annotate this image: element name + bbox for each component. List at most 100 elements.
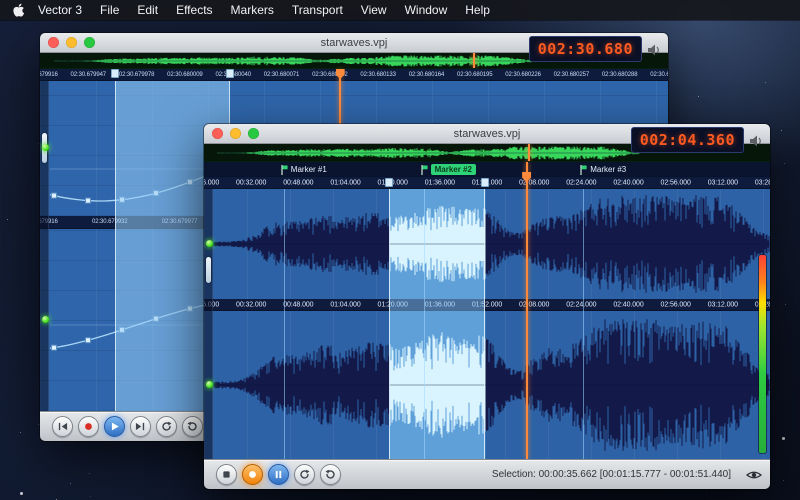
- minimize-button[interactable]: [230, 128, 241, 139]
- menu-bar: Vector 3FileEditEffectsMarkersTransportV…: [0, 0, 800, 20]
- window-front: starwaves.vpj 002:04.360 Marker #1 Marke…: [204, 124, 770, 489]
- marker[interactable]: Marker #2: [421, 164, 476, 175]
- ruler-tick: 02:08.000: [519, 179, 549, 186]
- ruler-tick: 02:30.679947: [71, 72, 107, 78]
- cycle-button[interactable]: [182, 416, 203, 437]
- close-button[interactable]: [212, 128, 223, 139]
- ruler-tick: 02:30.680071: [264, 72, 300, 78]
- menu-items: Vector 3FileEditEffectsMarkersTransportV…: [29, 0, 499, 20]
- level-meter: [758, 254, 767, 454]
- channel-1-record-led[interactable]: [206, 240, 213, 247]
- mid-timeline-ruler[interactable]: 00:16.00000:32.00000:48.00001:04.00001:2…: [204, 299, 770, 311]
- ruler-tick: 02:30.680009: [167, 72, 203, 78]
- level-meter-fill: [759, 255, 766, 453]
- close-button[interactable]: [48, 37, 59, 48]
- overview-playhead[interactable]: [473, 53, 475, 68]
- marker-flag-icon: [580, 165, 587, 175]
- overview-playhead[interactable]: [528, 144, 530, 161]
- minimize-button[interactable]: [66, 37, 77, 48]
- menu-item[interactable]: Markers: [222, 0, 283, 20]
- ruler-tick: 02:08.000: [519, 301, 549, 308]
- menu-item[interactable]: Effects: [167, 0, 221, 20]
- playhead-cursor[interactable]: [526, 162, 528, 459]
- menu-item[interactable]: Window: [396, 0, 457, 20]
- ruler-tick: 00:32.000: [236, 179, 266, 186]
- timecode-display: 002:04.360: [631, 127, 744, 153]
- ruler-tick: 01:04.000: [330, 179, 360, 186]
- overview-waveform: [54, 54, 536, 68]
- skip-back-button[interactable]: [52, 416, 73, 437]
- channel-2-record-led[interactable]: [42, 316, 49, 323]
- apple-menu-icon[interactable]: [12, 3, 25, 17]
- ruler-tick: 02:30.679916: [40, 72, 58, 78]
- ruler-tick: 02:24.000: [566, 179, 596, 186]
- ruler-tick: 00:32.000: [236, 301, 266, 308]
- stop-button[interactable]: [216, 464, 237, 485]
- menu-item[interactable]: File: [91, 0, 128, 20]
- ruler-tick: 02:40.000: [613, 301, 643, 308]
- selection-info: Selection: 00:00:35.662 [00:01:15.777 - …: [492, 469, 731, 480]
- channel-2-record-led[interactable]: [206, 381, 213, 388]
- ruler-tick: 02:30.680288: [602, 72, 638, 78]
- ruler-tick: 02:30.680226: [505, 72, 541, 78]
- record-button[interactable]: [242, 464, 263, 485]
- timecode-display: 002:30.680: [529, 36, 642, 62]
- marker-flag-icon: [281, 165, 288, 175]
- ruler-tick: 00:48.000: [283, 301, 313, 308]
- ruler-tick: 02:56.000: [661, 301, 691, 308]
- ruler-tick: 03:12.000: [708, 301, 738, 308]
- selection-start-handle[interactable]: [385, 178, 393, 187]
- ruler-tick: 03:28.000: [755, 179, 770, 186]
- cycle-button[interactable]: [320, 464, 341, 485]
- ruler-tick: 02:30.680319: [650, 72, 668, 78]
- skip-forward-button[interactable]: [130, 416, 151, 437]
- ruler-tick: 02:30.680257: [554, 72, 590, 78]
- menu-item[interactable]: Help: [456, 0, 499, 20]
- pause-button[interactable]: [268, 464, 289, 485]
- ruler-tick: 02:30.680133: [360, 72, 396, 78]
- ruler-tick: 02:30.680195: [457, 72, 493, 78]
- menu-item[interactable]: View: [352, 0, 396, 20]
- transport-bar: Selection: 00:00:35.662 [00:01:15.777 - …: [204, 459, 770, 489]
- ruler-tick: 02:40.000: [613, 179, 643, 186]
- marker-row[interactable]: Marker #1 Marker #2 Marker #3: [204, 162, 770, 177]
- loop-button[interactable]: [156, 416, 177, 437]
- channel-1-waveform: [204, 189, 770, 299]
- ruler-tick: 01:36.000: [425, 179, 455, 186]
- speaker-icon[interactable]: [750, 135, 763, 147]
- menu-item[interactable]: Vector 3: [29, 0, 91, 20]
- play-button[interactable]: [104, 416, 125, 437]
- menu-item[interactable]: Transport: [283, 0, 352, 20]
- marker-label: Marker #3: [590, 164, 626, 175]
- marker[interactable]: Marker #3: [580, 164, 626, 175]
- channel-1-record-led[interactable]: [42, 144, 49, 151]
- vertical-scroll-thumb[interactable]: [206, 257, 211, 283]
- marker-label: Marker #1: [291, 164, 327, 175]
- ruler-tick: 02:30.679978: [119, 72, 155, 78]
- timeline-ruler[interactable]: 02:30.679916 02:30.679947 02:30.679978 02:3…: [40, 69, 668, 81]
- ruler-tick: 02:30.680164: [409, 72, 445, 78]
- track-gutter: [204, 189, 213, 459]
- loop-button[interactable]: [294, 464, 315, 485]
- ruler-tick: 00:16.000: [204, 179, 219, 186]
- selection-region[interactable]: [389, 189, 485, 459]
- channel-1-waveform-area[interactable]: [204, 189, 770, 299]
- marker[interactable]: Marker #1: [281, 164, 327, 175]
- selection-end-handle[interactable]: [481, 178, 489, 187]
- speaker-icon[interactable]: [648, 44, 661, 56]
- selection-end-handle[interactable]: [226, 69, 234, 78]
- selection-start-handle[interactable]: [111, 69, 119, 78]
- marker-flag-icon: [421, 165, 428, 175]
- channel-2-waveform: [204, 311, 770, 459]
- channel-2-waveform-area[interactable]: [204, 311, 770, 459]
- marker-label: Marker #2: [431, 164, 476, 175]
- menu-item[interactable]: Edit: [128, 0, 167, 20]
- record-button[interactable]: [78, 416, 99, 437]
- marker-line: [424, 189, 425, 459]
- eye-icon[interactable]: [746, 469, 762, 481]
- zoom-button[interactable]: [84, 37, 95, 48]
- zoom-button[interactable]: [248, 128, 259, 139]
- ruler-tick: 02:56.000: [661, 179, 691, 186]
- marker-line: [284, 189, 285, 459]
- ruler-tick: 00:48.000: [283, 179, 313, 186]
